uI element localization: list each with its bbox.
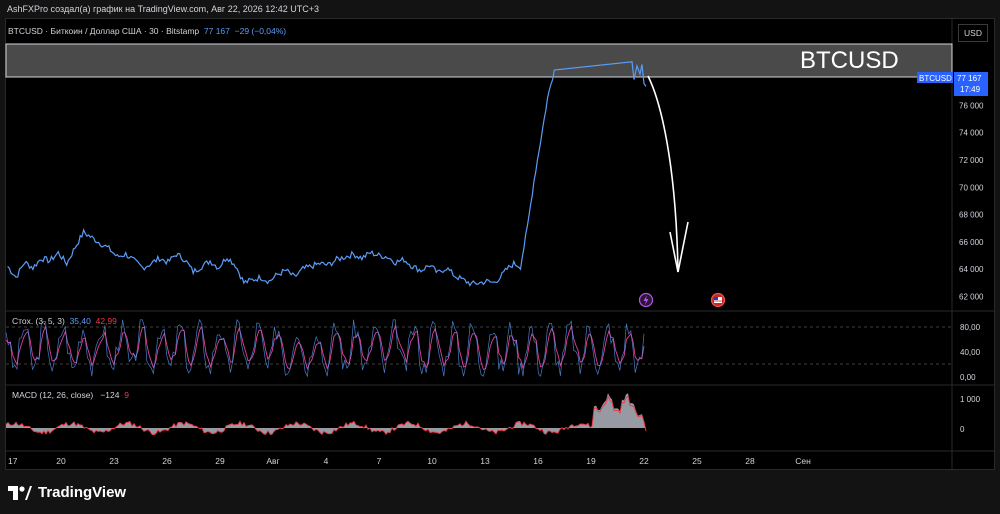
x-tick-label: 25	[692, 456, 702, 466]
macd-axis-1000: 1 000	[960, 395, 981, 404]
annotation-label[interactable]: BTCUSD	[800, 47, 899, 74]
stoch-axis-40: 40,00	[960, 348, 981, 357]
x-tick-label: 10	[427, 456, 437, 466]
stoch-legend[interactable]: Стох. (3, 5, 3) 35,40 42,99	[12, 316, 117, 326]
header-price: 77 167	[203, 26, 230, 36]
y-tick-label: 74 000	[959, 129, 984, 138]
x-tick-label: 13	[480, 456, 490, 466]
price-tag-symbol: BTCUSD	[919, 74, 952, 83]
tradingview-logo-icon	[8, 485, 32, 500]
macd-hist-value: −124	[100, 390, 120, 400]
price-series	[7, 61, 647, 287]
y-tick-label: 70 000	[959, 183, 984, 192]
stoch-series	[5, 318, 645, 378]
currency-button[interactable]: USD	[958, 24, 988, 42]
x-tick-label: 28	[745, 456, 755, 466]
y-tick-label: 76 000	[959, 101, 984, 110]
x-tick-label: 29	[215, 456, 225, 466]
brand-logo[interactable]: TradingView	[8, 484, 126, 501]
brand-name: TradingView	[38, 484, 127, 501]
down-arrow-drawing-icon[interactable]	[647, 75, 689, 273]
y-tick-label: 62 000	[959, 292, 984, 301]
x-tick-label: 22	[639, 456, 649, 466]
price-axis[interactable]: 62 000 64 000 66 000 68 000 70 000 72 000 74 0…	[959, 74, 984, 301]
x-tick-label: 19	[586, 456, 596, 466]
time-axis[interactable]: 17 20 23 26 29 Авг 4 7 10 13 16 19 22 25 28 Сен	[8, 456, 811, 466]
macd-signal-value: 9	[124, 390, 129, 400]
us-flag-event-icon[interactable]	[710, 292, 726, 308]
symbol-header[interactable]: BTCUSD · Биткоин / Доллар США · 30 · Bit…	[8, 26, 286, 36]
price-tag-countdown: 17:49	[960, 85, 981, 94]
lightning-event-icon[interactable]	[638, 292, 654, 308]
x-tick-label: 26	[162, 456, 172, 466]
header-change: −29 (−0,04%)	[234, 26, 287, 36]
x-tick-label: 16	[533, 456, 543, 466]
chart-svg[interactable]: BTCUSD 62 000 64 000 66 000 68 000 70 000 72 …	[0, 0, 1000, 514]
stoch-axis-0: 0,00	[960, 373, 976, 382]
x-tick-label: 23	[109, 456, 119, 466]
x-tick-label: 4	[324, 456, 329, 466]
stoch-d-value: 42,99	[95, 316, 117, 326]
stoch-d-line	[5, 324, 645, 371]
x-tick-label: Сен	[795, 456, 811, 466]
x-tick-label: Авг	[266, 456, 279, 466]
stoch-label[interactable]: Стох. (3, 5, 3)	[12, 316, 65, 326]
macd-axis-0: 0	[960, 425, 965, 434]
y-tick-label: 72 000	[959, 156, 984, 165]
x-tick-label: 20	[56, 456, 66, 466]
x-tick-label: 17	[8, 456, 18, 466]
x-tick-label: 7	[377, 456, 382, 466]
stoch-k-line	[5, 318, 645, 378]
y-tick-label: 66 000	[959, 238, 984, 247]
price-line	[7, 61, 647, 287]
macd-legend[interactable]: MACD (12, 26, close) −124 9	[12, 390, 129, 400]
y-tick-label: 68 000	[959, 211, 984, 220]
y-tick-label: 64 000	[959, 265, 984, 274]
price-tag-price: 77 167	[957, 74, 982, 83]
symbol-title[interactable]: BTCUSD · Биткоин / Доллар США · 30 · Bit…	[8, 26, 199, 36]
macd-label[interactable]: MACD (12, 26, close)	[12, 390, 93, 400]
stoch-axis-80: 80,00	[960, 323, 981, 332]
stoch-k-value: 35,40	[69, 316, 91, 326]
